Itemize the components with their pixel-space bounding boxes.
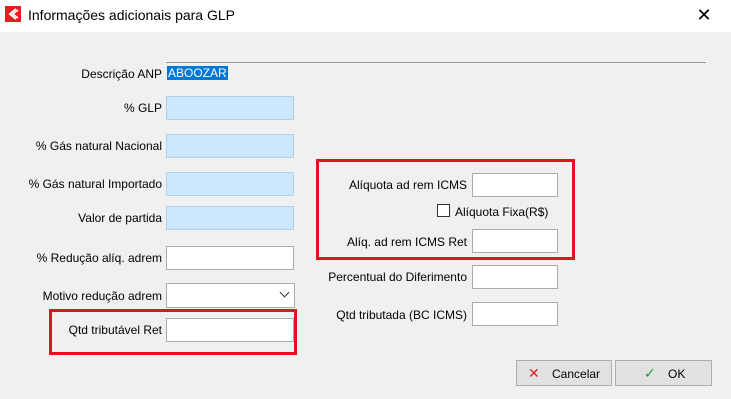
pct-glp-input[interactable] <box>166 96 294 120</box>
dialog-body: Descrição ANP ABOOZAR % GLP % Gás natura… <box>0 32 731 399</box>
close-icon[interactable]: ✕ <box>692 4 716 26</box>
cancel-button[interactable]: ✕ Cancelar <box>516 360 612 386</box>
ok-button-label: OK <box>668 367 686 381</box>
motivo-reducao-select[interactable] <box>166 283 295 308</box>
pct-reducao-label: % Redução alíq. adrem <box>36 251 162 265</box>
percentual-diferimento-input[interactable] <box>472 265 558 289</box>
valor-partida-input[interactable] <box>166 206 294 230</box>
cancel-button-label: Cancelar <box>552 367 601 381</box>
highlight-box-left <box>49 309 297 355</box>
valor-partida-label: Valor de partida <box>78 211 162 225</box>
qtd-tributada-input[interactable] <box>472 302 558 326</box>
title-bar: Informações adicionais para GLP ✕ <box>0 0 731 32</box>
chevron-down-icon <box>279 287 290 298</box>
descricao-anp-field[interactable] <box>166 62 706 63</box>
ok-check-icon: ✓ <box>644 365 656 381</box>
pct-reducao-input[interactable] <box>166 246 294 270</box>
pct-gas-nacional-label: % Gás natural Nacional <box>35 139 162 153</box>
pct-glp-label: % GLP <box>123 101 162 115</box>
cancel-x-icon: ✕ <box>528 365 540 381</box>
window-title: Informações adicionais para GLP <box>28 7 235 23</box>
highlight-box-right <box>316 159 575 260</box>
pct-gas-nacional-input[interactable] <box>166 134 294 158</box>
descricao-anp-value: ABOOZAR <box>167 66 228 80</box>
pct-gas-importado-input[interactable] <box>166 172 294 196</box>
ok-button[interactable]: ✓ OK <box>615 360 712 386</box>
app-logo-icon <box>5 6 21 22</box>
percentual-diferimento-label: Percentual do Diferimento <box>328 270 467 284</box>
pct-gas-importado-label: % Gás natural Importado <box>28 177 162 191</box>
motivo-reducao-label: Motivo redução adrem <box>42 289 162 303</box>
descricao-anp-label: Descrição ANP <box>81 67 162 81</box>
qtd-tributada-label: Qtd tributada (BC ICMS) <box>336 308 467 322</box>
